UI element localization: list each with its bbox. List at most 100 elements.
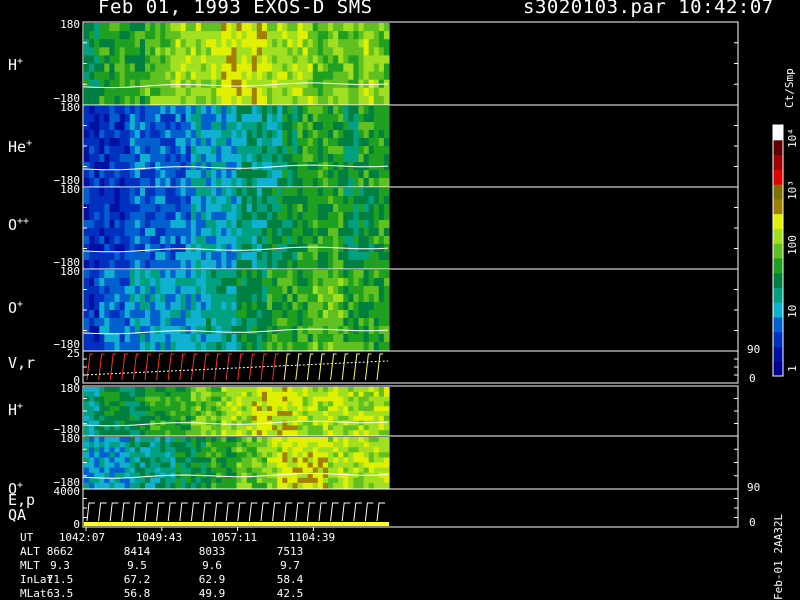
spectrogram-cell xyxy=(150,318,156,327)
spectrogram-cell xyxy=(200,228,207,237)
spectrogram-cell xyxy=(373,178,380,187)
spectrogram-cell xyxy=(328,244,334,253)
spectrogram-cell xyxy=(119,63,126,73)
spectrogram-cell xyxy=(292,477,299,484)
spectrogram-cell xyxy=(200,178,207,187)
spectrogram-cell xyxy=(241,286,248,295)
spectrogram-cell xyxy=(267,477,273,484)
spectrogram-cell xyxy=(246,260,253,269)
spectrogram-cell xyxy=(272,130,278,139)
spectrogram-cell xyxy=(129,106,136,115)
spectrogram-cell xyxy=(307,391,314,398)
spectrogram-cell xyxy=(84,55,90,65)
spectrogram-cell xyxy=(206,188,212,197)
spectrogram-cell xyxy=(200,482,207,489)
spectrogram-cell xyxy=(251,278,258,287)
panel-label-superscript: ++ xyxy=(17,216,30,227)
spectrogram-cell xyxy=(216,252,222,261)
spectrogram-cell xyxy=(378,472,385,479)
spectrogram-cell xyxy=(170,270,177,279)
spectrogram-cell xyxy=(373,425,380,431)
spectrogram-cell xyxy=(282,437,288,443)
spectrogram-cell xyxy=(348,138,354,147)
spectrogram-cell xyxy=(343,406,349,412)
spectrogram-cell xyxy=(221,95,227,105)
spectrogram-cell xyxy=(200,138,207,147)
spectrogram-cell xyxy=(109,420,116,426)
spectrogram-cell xyxy=(104,391,110,398)
spectrogram-cell xyxy=(241,420,248,426)
spectrogram-cell xyxy=(165,114,171,123)
spectrogram-cell xyxy=(282,391,288,398)
spectrogram-cell xyxy=(231,114,238,123)
spectrogram-cell xyxy=(307,452,314,458)
colorbar-tick-label: 100 xyxy=(786,235,799,255)
spectrogram-cell xyxy=(226,130,232,139)
spectrogram-cell xyxy=(231,244,238,253)
spectrogram-cell xyxy=(109,391,116,398)
spectrogram-cell xyxy=(150,170,156,179)
spectrogram-cell xyxy=(180,411,187,417)
spectrogram-cell xyxy=(267,114,273,123)
spectrogram-cell xyxy=(170,188,177,197)
spectrogram-cell xyxy=(129,467,136,474)
spectrogram-cell xyxy=(200,260,207,269)
spectrogram-cell xyxy=(165,228,171,237)
spectrogram-cell xyxy=(317,452,324,458)
spectrogram-cell xyxy=(94,220,100,229)
spectrogram-cell xyxy=(246,178,253,187)
spectrogram-cell xyxy=(175,430,182,436)
colorbar-segment xyxy=(773,361,783,377)
spectrogram-cell xyxy=(241,244,248,253)
spectrogram-cell xyxy=(246,442,253,448)
spectrogram-cell xyxy=(307,244,314,253)
spectrogram-cell xyxy=(134,178,141,187)
colorbar-segment xyxy=(773,316,783,333)
spectrogram-cell xyxy=(328,114,334,123)
spectrogram-cell xyxy=(231,442,238,448)
spectrogram-cell xyxy=(338,425,344,431)
spectrogram-cell xyxy=(251,228,258,237)
spectrogram-cell xyxy=(358,302,365,311)
spectrogram-cell xyxy=(358,452,365,458)
spectrogram-cell xyxy=(206,204,212,213)
spectrogram-cell xyxy=(328,278,334,287)
spectrogram-cell xyxy=(297,220,304,229)
spectrogram-cell xyxy=(251,334,258,343)
spectrogram-cell xyxy=(119,286,126,295)
spectrogram-cell xyxy=(322,162,329,171)
spectrogram-cell xyxy=(251,391,258,398)
spectrogram-cell xyxy=(317,442,324,448)
spectrogram-cell xyxy=(363,420,370,426)
spectrogram-cell xyxy=(89,178,95,187)
spectrogram-cell xyxy=(175,457,182,464)
spectrogram-cell xyxy=(297,406,304,412)
spectrogram-cell xyxy=(251,462,258,469)
spectrogram-cell xyxy=(328,236,334,245)
spectrogram-cell xyxy=(211,31,217,40)
spectrogram-cell xyxy=(322,204,329,213)
spectrogram-cell xyxy=(317,437,324,443)
spectrogram-cell xyxy=(129,391,136,398)
spectrogram-cell xyxy=(99,196,105,205)
spectrogram-cell xyxy=(109,196,116,205)
spectrogram-cell xyxy=(317,396,324,402)
spectrogram-cell xyxy=(129,447,136,453)
spectrogram-cell xyxy=(231,406,238,412)
spectrogram-cell xyxy=(99,310,105,319)
spectrogram-cell xyxy=(348,391,354,398)
spectrogram-cell xyxy=(292,252,299,261)
spectrogram-cell xyxy=(338,220,344,229)
spectrogram-cell xyxy=(368,220,375,229)
spectrogram-cell xyxy=(307,114,314,123)
spectrogram-cell xyxy=(383,437,390,443)
spectrogram-cell xyxy=(272,31,278,40)
spectrogram-cell xyxy=(261,146,268,155)
spectrogram-cell xyxy=(185,55,192,65)
spectrogram-cell xyxy=(104,302,110,311)
spectrogram-cell xyxy=(307,204,314,213)
spectrogram-cell xyxy=(231,452,238,458)
spectrogram-cell xyxy=(190,406,197,412)
spectrogram-cell xyxy=(114,270,121,279)
spectrogram-cell xyxy=(104,188,110,197)
